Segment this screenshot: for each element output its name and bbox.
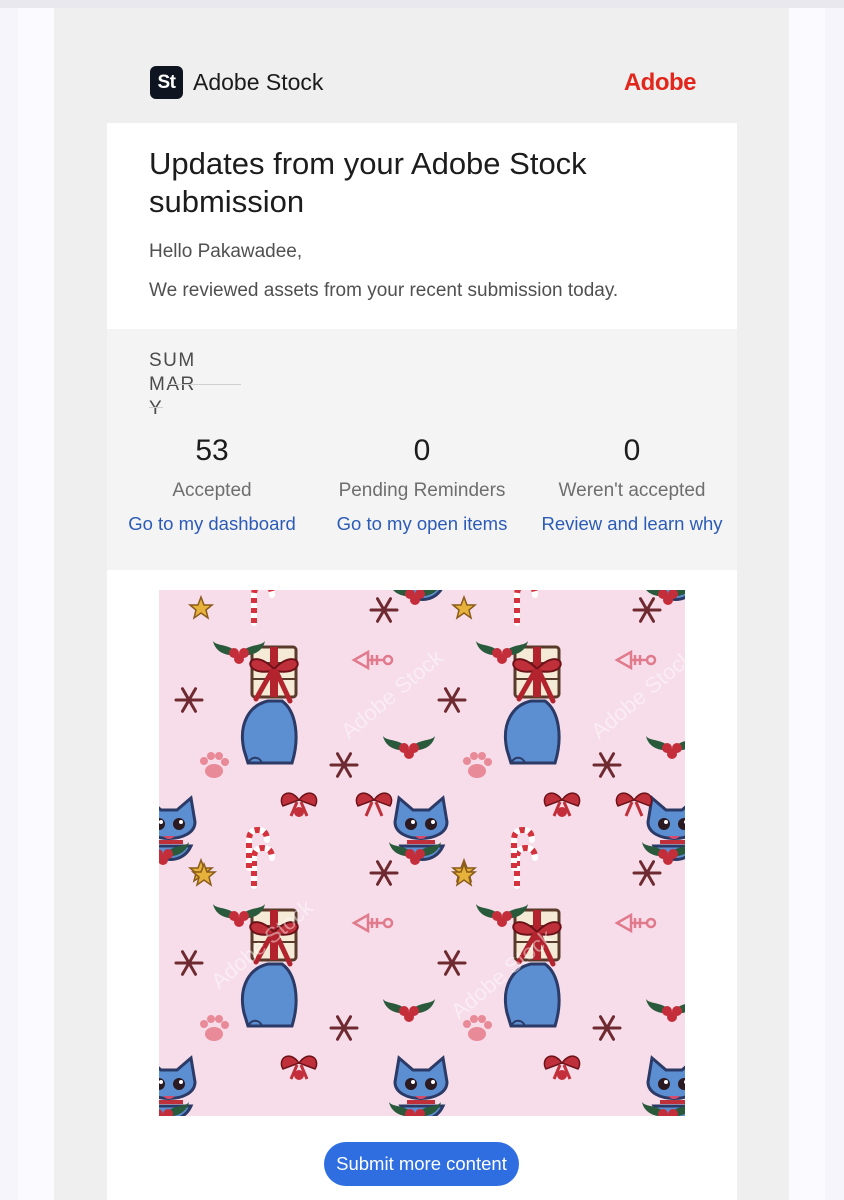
top-strip — [0, 0, 844, 8]
dashboard-link[interactable]: Go to my dashboard — [107, 512, 317, 536]
page-margin-right — [789, 8, 825, 1200]
adobe-stock-logo-icon: St — [150, 66, 183, 99]
email-header: St Adobe Stock Adobe — [150, 66, 697, 100]
email-card: Updates from your Adobe Stock submission… — [107, 123, 737, 1200]
stat-accepted: 53 Accepted Go to my dashboard — [107, 433, 317, 536]
review-learn-link[interactable]: Review and learn why — [527, 512, 737, 536]
intro-text: We reviewed assets from your recent subm… — [149, 280, 619, 301]
open-items-link[interactable]: Go to my open items — [317, 512, 527, 536]
summary-divider-short — [149, 407, 163, 408]
summary-section: SUMMARY 53 Accepted Go to my dashboard 0… — [107, 329, 737, 570]
summary-heading: SUMMARY — [149, 350, 196, 419]
stat-accepted-value: 53 — [195, 434, 229, 467]
email-title: Updates from your Adobe Stock submission — [149, 146, 587, 219]
stat-pending: 0 Pending Reminders Go to my open items — [317, 433, 527, 536]
stat-rejected: 0 Weren't accepted Review and learn why — [527, 433, 737, 536]
stat-pending-value: 0 — [413, 434, 431, 467]
stat-accepted-label: Accepted — [172, 480, 252, 501]
summary-divider — [169, 384, 241, 385]
christmas-cat-pattern: Adobe Stock Adobe Stock Adobe Stock Adob… — [159, 590, 685, 1116]
adobe-logo: Adobe — [623, 69, 697, 96]
stat-rejected-label: Weren't accepted — [558, 480, 706, 501]
submit-more-content-button[interactable]: Submit more content — [324, 1142, 519, 1186]
greeting-text: Hello Pakawadee, — [149, 241, 303, 262]
asset-preview-image[interactable]: Adobe Stock Adobe Stock Adobe Stock Adob… — [159, 590, 685, 1116]
stat-rejected-value: 0 — [623, 434, 641, 467]
stat-pending-label: Pending Reminders — [338, 480, 506, 501]
page-margin-left — [18, 8, 54, 1200]
brand-name: Adobe Stock — [193, 69, 324, 95]
